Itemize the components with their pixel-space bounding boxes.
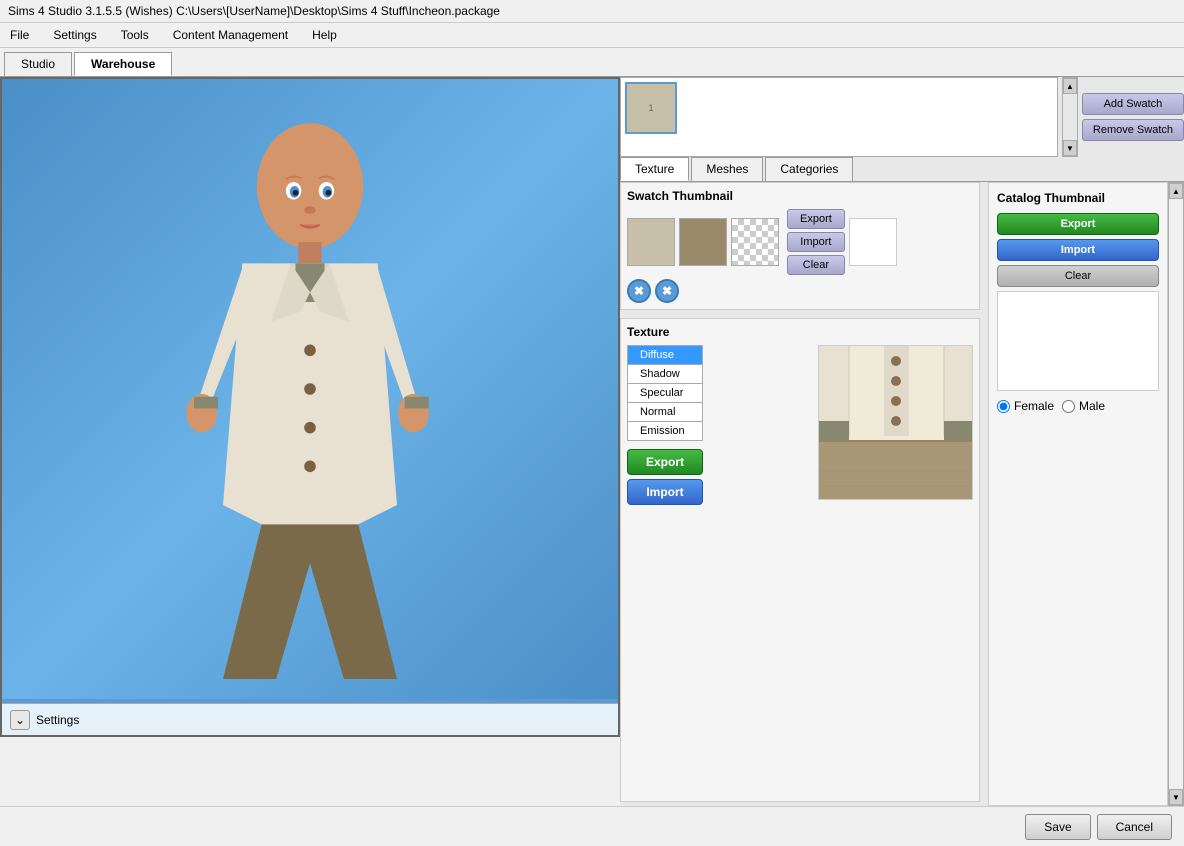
cancel-button[interactable]: Cancel — [1097, 814, 1172, 840]
menu-settings[interactable]: Settings — [47, 25, 102, 45]
left-content: Swatch Thumbnail Export Import Clear — [620, 182, 980, 806]
character-svg — [110, 99, 510, 679]
catalog-preview — [997, 291, 1159, 391]
menu-content-management[interactable]: Content Management — [167, 25, 294, 45]
texture-diffuse[interactable]: Diffuse — [627, 345, 703, 364]
swatch-list[interactable]: 1 — [620, 77, 1058, 157]
thumb-action-buttons: Export Import Clear — [787, 209, 845, 275]
swatch-thumbnail-section: Swatch Thumbnail Export Import Clear — [620, 182, 980, 310]
texture-export-button[interactable]: Export — [627, 449, 703, 475]
catalog-import-button[interactable]: Import — [997, 239, 1159, 261]
texture-normal[interactable]: Normal — [627, 402, 703, 421]
main-tab-bar: Studio Warehouse — [0, 48, 1184, 77]
swatch-thumbnail-title: Swatch Thumbnail — [627, 189, 973, 203]
viewport: ⌄ Settings — [0, 77, 620, 737]
catalog-export-button[interactable]: Export — [997, 213, 1159, 235]
thumb-checker[interactable] — [731, 218, 779, 266]
texture-title: Texture — [627, 325, 973, 339]
male-label: Male — [1079, 399, 1105, 413]
bottom-bar: Save Cancel — [0, 806, 1184, 846]
right-scroll-up-btn[interactable]: ▲ — [1169, 183, 1183, 199]
texture-main-row: Diffuse Shadow Specular Normal Emission … — [627, 345, 973, 505]
male-radio[interactable] — [1062, 400, 1075, 413]
tab-meshes[interactable]: Meshes — [691, 157, 763, 181]
male-radio-group: Male — [1062, 399, 1105, 413]
female-label: Female — [1014, 399, 1054, 413]
scroll-track — [1063, 94, 1077, 140]
content-wrapper: ⌄ Settings 1 ▲ ▼ Add Swatch — [0, 77, 1184, 806]
tab-categories[interactable]: Categories — [765, 157, 853, 181]
swatch-item-1[interactable]: 1 — [625, 82, 677, 134]
texture-action-buttons: Export Import — [627, 449, 703, 505]
texture-left: Diffuse Shadow Specular Normal Emission … — [627, 345, 703, 505]
right-scrollbar: ▲ ▼ — [1168, 182, 1184, 806]
menu-bar: File Settings Tools Content Management H… — [0, 23, 1184, 48]
swatch-export-button[interactable]: Export — [787, 209, 845, 229]
swatch-scrollbar: ▲ ▼ — [1062, 77, 1078, 157]
sub-tab-bar: Texture Meshes Categories — [620, 157, 1184, 182]
viewport-settings: ⌄ Settings — [2, 703, 618, 735]
remove-swatch-button[interactable]: Remove Swatch — [1082, 119, 1184, 141]
texture-emission[interactable]: Emission — [627, 421, 703, 441]
swatch-action-buttons: Add Swatch Remove Swatch — [1082, 77, 1184, 157]
catalog-clear-button[interactable]: Clear — [997, 265, 1159, 287]
female-radio-group: Female — [997, 399, 1054, 413]
right-side: Catalog Thumbnail Export Import Clear Fe… — [988, 182, 1184, 806]
character-display — [2, 79, 618, 699]
right-scroll-track — [1169, 199, 1183, 789]
texture-section: Texture Diffuse Shadow Specular Normal E… — [620, 318, 980, 802]
swatch-import-button[interactable]: Import — [787, 232, 845, 252]
texture-shadow[interactable]: Shadow — [627, 364, 703, 383]
window-title: Sims 4 Studio 3.1.5.5 (Wishes) C:\Users\… — [8, 4, 500, 18]
tab-warehouse[interactable]: Warehouse — [74, 52, 172, 76]
menu-help[interactable]: Help — [306, 25, 343, 45]
right-panel: 1 ▲ ▼ Add Swatch Remove Swatch Texture M… — [620, 77, 1184, 806]
catalog-thumbnail-section: Catalog Thumbnail Export Import Clear Fe… — [988, 182, 1168, 806]
texture-list: Diffuse Shadow Specular Normal Emission — [627, 345, 703, 441]
swatch-clear-button[interactable]: Clear — [787, 255, 845, 275]
content-area: Swatch Thumbnail Export Import Clear — [620, 182, 1184, 806]
menu-file[interactable]: File — [4, 25, 35, 45]
thumb-grid: Export Import Clear — [627, 209, 973, 275]
texture-preview-svg — [819, 346, 973, 500]
scroll-up-btn[interactable]: ▲ — [1063, 78, 1077, 94]
texture-preview — [818, 345, 973, 500]
texture-import-button[interactable]: Import — [627, 479, 703, 505]
gender-row: Female Male — [997, 399, 1159, 413]
circle-x-btn-1[interactable]: ✖ — [627, 279, 651, 303]
female-radio[interactable] — [997, 400, 1010, 413]
right-scroll-down-btn[interactable]: ▼ — [1169, 789, 1183, 805]
catalog-thumbnail-title: Catalog Thumbnail — [997, 191, 1159, 205]
tab-studio[interactable]: Studio — [4, 52, 72, 76]
title-bar: Sims 4 Studio 3.1.5.5 (Wishes) C:\Users\… — [0, 0, 1184, 23]
texture-specular[interactable]: Specular — [627, 383, 703, 402]
settings-label: Settings — [36, 713, 79, 727]
save-button[interactable]: Save — [1025, 814, 1090, 840]
swatch-area: 1 ▲ ▼ Add Swatch Remove Swatch — [620, 77, 1184, 157]
thumb-beige[interactable] — [627, 218, 675, 266]
circle-row: ✖ ✖ — [627, 279, 973, 303]
thumb-tan[interactable] — [679, 218, 727, 266]
settings-arrow-icon[interactable]: ⌄ — [10, 710, 30, 730]
tab-texture[interactable]: Texture — [620, 157, 689, 181]
add-swatch-button[interactable]: Add Swatch — [1082, 93, 1184, 115]
scroll-down-btn[interactable]: ▼ — [1063, 140, 1077, 156]
menu-tools[interactable]: Tools — [115, 25, 155, 45]
circle-x-btn-2[interactable]: ✖ — [655, 279, 679, 303]
thumb-white[interactable] — [849, 218, 897, 266]
